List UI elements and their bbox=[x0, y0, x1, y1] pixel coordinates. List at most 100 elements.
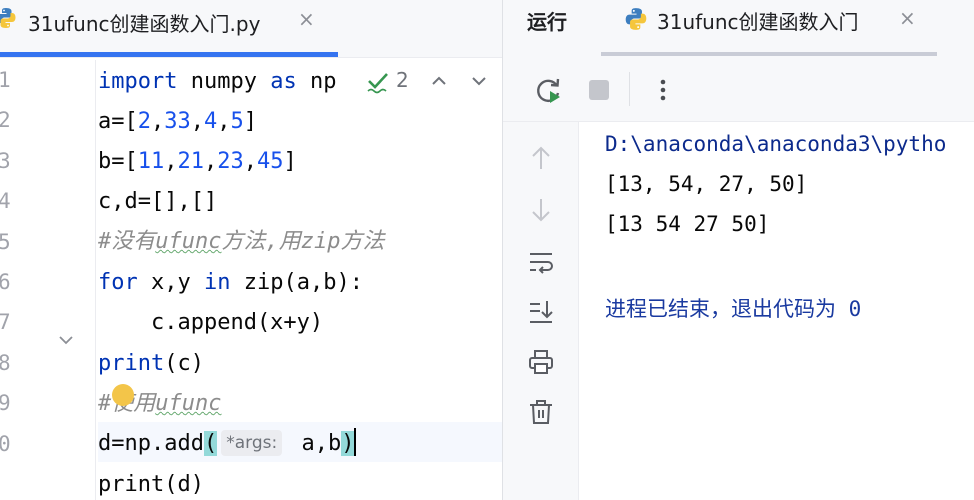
code-text: ] bbox=[283, 149, 297, 174]
code-text: , bbox=[164, 149, 178, 174]
code-line-current: d=np.add(*args: a,b) bbox=[98, 424, 357, 464]
line-number: 5 bbox=[0, 230, 11, 254]
chevron-up-icon[interactable] bbox=[428, 70, 450, 92]
line-number: 1 bbox=[0, 68, 11, 92]
code-editor[interactable]: 31ufunc创建函数入门.py × 1 2 3 4 5 6 7 8 9 0 i… bbox=[0, 0, 502, 500]
python-file-icon bbox=[625, 8, 647, 30]
code-area[interactable]: import numpy as np a=[2,33,4,5] b=[11,21… bbox=[98, 60, 502, 500]
number-literal: 45 bbox=[257, 149, 284, 174]
comment-text: zip bbox=[300, 229, 341, 254]
active-tab-indicator bbox=[601, 52, 937, 56]
code-line: c,d=[],[] bbox=[98, 182, 217, 222]
text-caret bbox=[354, 428, 357, 456]
scroll-up-icon[interactable] bbox=[527, 144, 555, 172]
code-text: ] bbox=[243, 109, 257, 134]
toolbar-separator bbox=[629, 72, 630, 106]
run-tool-title: 运行 bbox=[527, 10, 567, 34]
code-line: print(d) bbox=[98, 465, 204, 500]
line-number: 7 bbox=[0, 310, 11, 334]
console-command-line[interactable]: D:\anaconda\anaconda3\pytho bbox=[605, 132, 946, 156]
number-literal: 2 bbox=[137, 109, 151, 134]
line-number: 2 bbox=[0, 108, 11, 132]
editor-tab-bar: 31ufunc创建函数入门.py × bbox=[0, 0, 502, 58]
matched-paren: ) bbox=[341, 431, 355, 456]
line-number: 6 bbox=[0, 270, 11, 294]
number-literal: 21 bbox=[177, 149, 205, 174]
active-tab-indicator bbox=[0, 52, 338, 57]
comment-text: #没有 bbox=[98, 229, 156, 254]
parameter-hint: *args: bbox=[221, 430, 283, 456]
comment-line: #没有ufunc方法,用zip方法 bbox=[98, 222, 385, 262]
code-text: zip(a,b): bbox=[230, 270, 363, 295]
code-line: c.append(x+y) bbox=[98, 303, 323, 343]
number-literal: 4 bbox=[204, 109, 218, 134]
code-line: print(c) bbox=[98, 344, 204, 384]
line-number: 4 bbox=[0, 189, 11, 213]
number-literal: 33 bbox=[164, 109, 191, 134]
code-text: , bbox=[243, 149, 257, 174]
trash-icon[interactable] bbox=[527, 398, 555, 426]
scroll-down-icon[interactable] bbox=[527, 196, 555, 224]
code-line: b=[11,21,23,45] bbox=[98, 142, 297, 182]
run-side-toolbar bbox=[503, 122, 579, 500]
close-icon[interactable]: × bbox=[899, 6, 916, 30]
keyword-as: as bbox=[270, 69, 297, 94]
number-literal: 5 bbox=[230, 109, 244, 134]
number-literal: 23 bbox=[217, 149, 244, 174]
close-icon[interactable]: × bbox=[298, 7, 315, 31]
more-icon[interactable] bbox=[647, 74, 679, 106]
comment-text: 方法 bbox=[340, 229, 385, 254]
keyword-for: for bbox=[98, 270, 138, 295]
number-literal: 11 bbox=[137, 149, 165, 174]
line-number: 3 bbox=[0, 149, 11, 173]
keyword-in: in bbox=[203, 270, 231, 295]
typo-word: ufunc bbox=[155, 391, 222, 416]
scroll-to-end-icon[interactable] bbox=[527, 298, 555, 326]
code-text: d=np.add bbox=[98, 431, 204, 456]
typo-word: ufunc bbox=[155, 229, 222, 254]
line-number: 9 bbox=[0, 391, 11, 415]
editor-tab[interactable]: 31ufunc创建函数入门.py × bbox=[0, 0, 338, 58]
line-number-gutter: 1 2 3 4 5 6 7 8 9 0 bbox=[0, 60, 96, 500]
run-header: 运行 31ufunc创建函数入门 × bbox=[503, 0, 974, 58]
fold-icon[interactable] bbox=[56, 330, 76, 350]
process-exit-message: 进程已结束，退出代码为 0 bbox=[605, 297, 862, 321]
code-line: import numpy as np bbox=[98, 62, 336, 102]
code-text: a=[ bbox=[98, 109, 138, 134]
console-output-line: [13, 54, 27, 50] bbox=[605, 172, 808, 196]
code-text: np bbox=[296, 69, 337, 94]
console-output-line: [13 54 27 50] bbox=[605, 212, 770, 236]
code-text: , bbox=[190, 109, 204, 134]
inspection-widget[interactable]: 2 bbox=[366, 68, 498, 96]
check-icon bbox=[367, 73, 388, 94]
code-text: (c) bbox=[164, 351, 204, 376]
soft-wrap-icon[interactable] bbox=[527, 248, 555, 276]
code-text: x,y bbox=[137, 270, 204, 295]
code-text: a,b bbox=[288, 431, 342, 456]
print-icon[interactable] bbox=[527, 348, 555, 376]
code-text: b=[ bbox=[98, 149, 138, 174]
code-text: c,d=[],[] bbox=[98, 189, 218, 214]
stop-icon[interactable] bbox=[583, 74, 615, 106]
code-text: , bbox=[217, 109, 231, 134]
code-text: , bbox=[151, 109, 165, 134]
line-number: 0 bbox=[0, 432, 11, 456]
code-text: c.append(x+y) bbox=[98, 310, 324, 335]
code-line: for x,y in zip(a,b): bbox=[98, 263, 363, 303]
run-tab-title: 31ufunc创建函数入门 bbox=[657, 10, 859, 34]
rerun-icon[interactable] bbox=[533, 74, 565, 106]
code-line: a=[2,33,4,5] bbox=[98, 102, 257, 142]
run-tool-window: 运行 31ufunc创建函数入门 × D:\anaconda\anaconda3… bbox=[502, 0, 974, 500]
builtin-print: print bbox=[98, 351, 165, 376]
intention-bulb-icon[interactable] bbox=[112, 384, 134, 406]
warning-count: 2 bbox=[396, 68, 409, 92]
editor-tab-title: 31ufunc创建函数入门.py bbox=[28, 12, 261, 36]
chevron-down-icon[interactable] bbox=[468, 70, 490, 92]
line-number: 8 bbox=[0, 351, 11, 375]
code-text: , bbox=[204, 149, 218, 174]
console-output[interactable]: D:\anaconda\anaconda3\pytho [13, 54, 27,… bbox=[579, 122, 974, 500]
python-file-icon bbox=[0, 8, 16, 28]
run-toolbar bbox=[503, 58, 974, 122]
keyword-import: import bbox=[98, 69, 178, 94]
code-text: print(d) bbox=[98, 472, 204, 497]
